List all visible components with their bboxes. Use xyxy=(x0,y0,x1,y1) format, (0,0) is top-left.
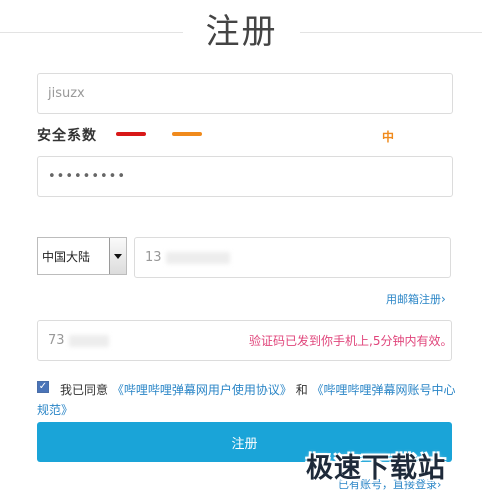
password-strength-label: 安全系数 xyxy=(37,128,97,144)
strength-bar-weak xyxy=(116,132,146,136)
email-register-link[interactable]: 用邮箱注册› xyxy=(386,291,446,307)
agreement-text: 我已同意 《哔哩哔哩弹幕网用户使用协议》 和 《哔哩哔哩弹幕网账号中心 xyxy=(60,381,456,398)
username-value: jisuzx xyxy=(48,86,85,101)
account-center-rules-link-cont[interactable]: 规范》 xyxy=(37,403,73,417)
code-sent-message: 验证码已发到你手机上,5分钟内有效。 xyxy=(249,334,453,348)
phone-input[interactable]: 13 xyxy=(134,237,451,278)
page-title: 注册 xyxy=(205,12,278,52)
agree-prefix: 我已同意 xyxy=(60,383,109,397)
phone-redacted xyxy=(165,251,230,264)
password-input[interactable]: ••••••••• xyxy=(37,156,453,197)
region-selected-value: 中国大陆 xyxy=(42,249,91,264)
password-strength-level: 中 xyxy=(382,130,395,144)
agree-and: 和 xyxy=(295,383,308,397)
agreement-text-line2: 规范》 xyxy=(37,401,73,418)
dropdown-button[interactable] xyxy=(109,238,126,274)
code-redacted xyxy=(68,334,109,347)
region-select[interactable]: 中国大陆 xyxy=(37,237,127,275)
chevron-down-icon xyxy=(114,253,122,259)
username-input[interactable]: jisuzx xyxy=(37,73,453,114)
email-register-label: 用邮箱注册 xyxy=(386,293,441,306)
site-watermark: 极速下载站 xyxy=(306,453,446,484)
code-value: 73 xyxy=(48,333,65,348)
account-center-rules-link[interactable]: 《哔哩哔哩弹幕网账号中心 xyxy=(312,383,456,397)
strength-bar-medium xyxy=(172,132,202,136)
title-divider-right xyxy=(300,32,482,33)
password-value: ••••••••• xyxy=(48,169,127,184)
agree-checkbox[interactable]: ✓ xyxy=(37,381,49,393)
title-divider-left xyxy=(0,32,183,33)
user-agreement-link[interactable]: 《哔哩哔哩弹幕网用户使用协议》 xyxy=(112,383,292,397)
checkmark-icon: ✓ xyxy=(38,381,48,392)
phone-value: 13 xyxy=(145,250,162,265)
chevron-right-icon: › xyxy=(441,292,446,306)
